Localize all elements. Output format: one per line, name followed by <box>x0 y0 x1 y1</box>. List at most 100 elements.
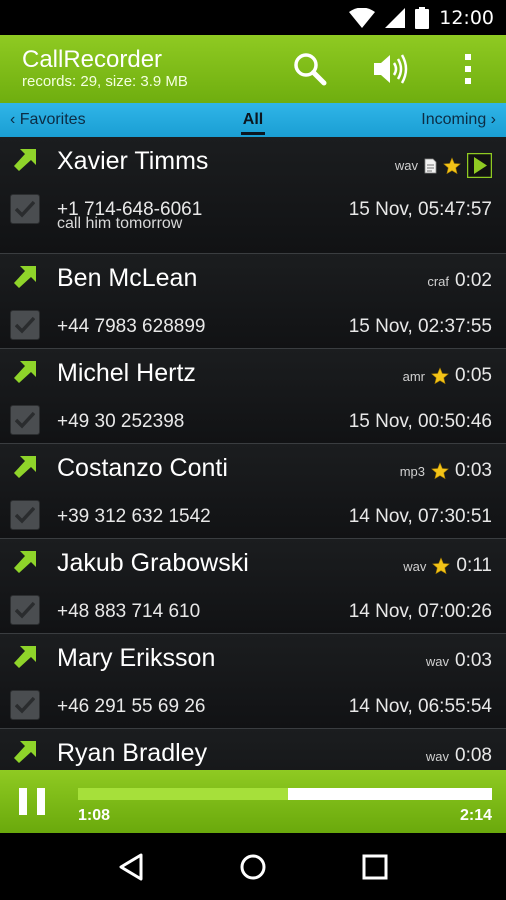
play-icon[interactable] <box>467 153 492 178</box>
star-icon[interactable] <box>431 367 449 385</box>
format-label: wav <box>425 748 450 764</box>
outgoing-call-arrow-icon <box>14 551 36 573</box>
record-meta: mp3 0:03 <box>400 460 492 482</box>
record-row[interactable]: Mary Eriksson wav 0:03 +46 291 55 69 26 14 N… <box>0 634 506 729</box>
record-meta: craf 0:02 <box>427 270 492 292</box>
duration: 0:03 <box>455 650 492 671</box>
contact-name: Michel Hertz <box>57 359 196 387</box>
duration: 0:03 <box>455 460 492 481</box>
contact-name: Ben McLean <box>57 264 198 292</box>
status-clock: 12:00 <box>439 6 494 29</box>
tab-all[interactable]: All <box>240 111 266 135</box>
speaker-icon <box>374 54 408 84</box>
records-list[interactable]: Xavier Timms wav +1 714-648-6061 15 Nov, 05… <box>0 137 506 770</box>
pause-button[interactable] <box>19 788 45 815</box>
record-meta: wav 0:11 <box>403 555 492 577</box>
contact-name: Mary Eriksson <box>57 644 216 672</box>
record-date: 14 Nov, 06:55:54 <box>348 696 492 717</box>
record-date: 14 Nov, 07:00:26 <box>348 601 492 622</box>
contact-name: Costanzo Conti <box>57 454 228 482</box>
record-row[interactable]: Michel Hertz amr 0:05 +49 30 252398 15 Nov, … <box>0 349 506 444</box>
check-icon <box>15 316 35 334</box>
star-icon[interactable] <box>432 557 451 575</box>
record-date: 15 Nov, 00:50:46 <box>348 411 492 432</box>
record-row[interactable]: Xavier Timms wav +1 714-648-6061 15 Nov, 05… <box>0 137 506 254</box>
battery-icon <box>415 6 430 29</box>
total-time: 2:14 <box>459 807 492 824</box>
contact-name: Xavier Timms <box>57 147 209 175</box>
speaker-button[interactable] <box>350 35 430 103</box>
note-icon <box>424 158 437 173</box>
record-checkbox[interactable] <box>10 310 40 340</box>
record-date: 14 Nov, 07:30:51 <box>348 506 492 527</box>
star-icon[interactable] <box>431 462 449 480</box>
record-row[interactable]: Jakub Grabowski wav 0:11 +48 883 714 610 14 … <box>0 539 506 634</box>
home-icon <box>240 854 266 879</box>
record-checkbox[interactable] <box>10 500 40 530</box>
star-icon[interactable] <box>443 156 461 175</box>
back-button[interactable] <box>101 837 161 897</box>
app-subtitle: records: 29, size: 3.9 MB <box>22 73 188 90</box>
record-row[interactable]: Ryan Bradley wav 0:08 <box>0 729 506 770</box>
app-bar: CallRecorder records: 29, size: 3.9 MB <box>0 35 506 103</box>
home-button[interactable] <box>223 837 283 897</box>
tab-favorites[interactable]: ‹ Favorites <box>10 111 86 129</box>
format-label: craf <box>427 273 450 289</box>
status-bar: 12:00 <box>0 0 506 35</box>
tab-strip: ‹ Favorites All Incoming › <box>0 103 506 137</box>
overflow-menu-button[interactable] <box>430 35 506 103</box>
record-checkbox[interactable] <box>10 194 40 224</box>
outgoing-call-arrow-icon <box>14 646 36 668</box>
recents-button[interactable] <box>345 837 405 897</box>
check-icon <box>15 411 35 429</box>
format-label: wav <box>403 558 427 574</box>
record-row[interactable]: Costanzo Conti mp3 0:03 +39 312 632 1542 14 … <box>0 444 506 539</box>
format-label: wav <box>425 653 450 669</box>
record-meta: amr 0:05 <box>403 365 492 387</box>
outgoing-call-arrow-icon <box>14 361 36 383</box>
progress-track[interactable] <box>78 788 492 800</box>
player-bar: 1:08 2:14 <box>0 770 506 833</box>
search-button[interactable] <box>270 35 350 103</box>
format-label: amr <box>402 368 426 384</box>
pause-icon <box>37 788 45 815</box>
elapsed-time: 1:08 <box>78 807 111 824</box>
record-checkbox[interactable] <box>10 405 40 435</box>
check-icon <box>15 601 35 619</box>
phone-number: +48 883 714 610 <box>57 601 201 622</box>
app-title-block: CallRecorder records: 29, size: 3.9 MB <box>0 47 270 91</box>
format-label: mp3 <box>399 463 426 479</box>
contact-name: Jakub Grabowski <box>57 549 249 577</box>
record-date: 15 Nov, 02:37:55 <box>348 316 492 337</box>
record-note: call him tomorrow <box>57 215 183 232</box>
outgoing-call-arrow-icon <box>14 741 36 763</box>
tab-incoming[interactable]: Incoming › <box>421 111 496 129</box>
duration: 0:05 <box>455 365 492 386</box>
record-checkbox[interactable] <box>10 690 40 720</box>
phone-number: +39 312 632 1542 <box>57 506 211 527</box>
duration: 0:02 <box>455 270 492 291</box>
check-icon <box>15 506 35 524</box>
wifi-icon <box>349 7 376 28</box>
record-meta: wav <box>395 153 492 178</box>
record-checkbox[interactable] <box>10 595 40 625</box>
progress-fill <box>78 788 288 800</box>
record-row[interactable]: Ben McLean craf 0:02 +44 7983 628899 15 Nov,… <box>0 254 506 349</box>
pause-icon <box>19 788 27 815</box>
duration: 0:08 <box>455 745 492 766</box>
phone-number: +49 30 252398 <box>57 411 185 432</box>
back-icon <box>119 853 143 880</box>
search-icon <box>294 53 327 86</box>
outgoing-call-arrow-icon <box>14 266 36 288</box>
outgoing-call-arrow-icon <box>14 149 36 171</box>
record-meta: wav 0:08 <box>426 745 492 767</box>
phone-number: +44 7983 628899 <box>57 316 206 337</box>
navigation-bar <box>0 833 506 900</box>
outgoing-call-arrow-icon <box>14 456 36 478</box>
contact-name: Ryan Bradley <box>57 739 208 767</box>
record-meta: wav 0:03 <box>426 650 492 672</box>
phone-number: +46 291 55 69 26 <box>57 696 206 717</box>
recents-icon <box>362 854 388 879</box>
overflow-menu-icon <box>465 54 471 84</box>
format-label: wav <box>394 158 418 173</box>
